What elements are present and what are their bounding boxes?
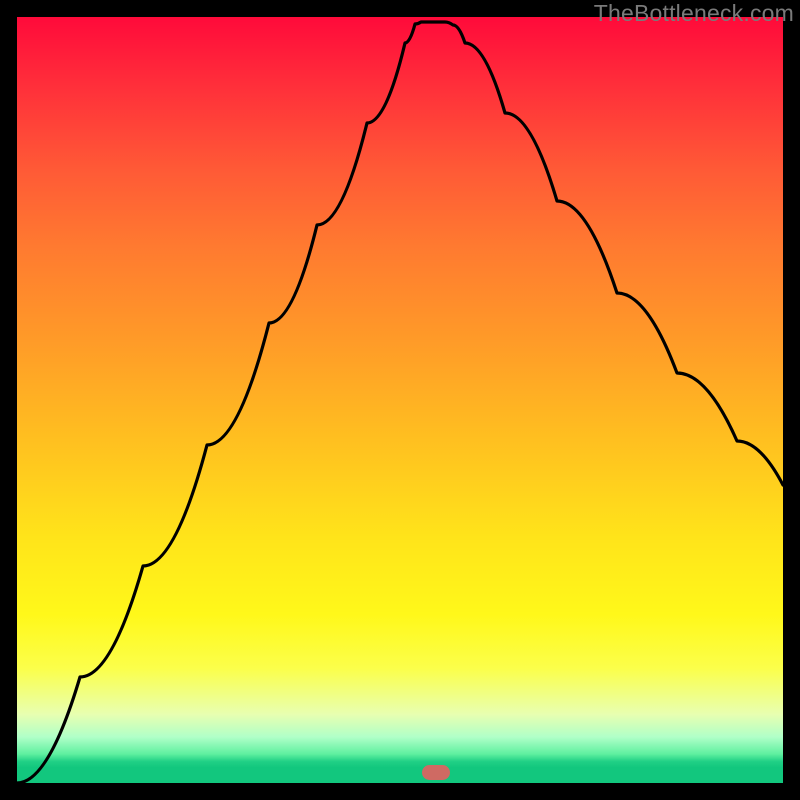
optimal-point-marker — [422, 765, 450, 780]
watermark-text: TheBottleneck.com — [594, 0, 794, 27]
gradient-plot-area — [17, 17, 783, 783]
bottleneck-curve — [17, 17, 783, 783]
chart-frame: TheBottleneck.com — [0, 0, 800, 800]
